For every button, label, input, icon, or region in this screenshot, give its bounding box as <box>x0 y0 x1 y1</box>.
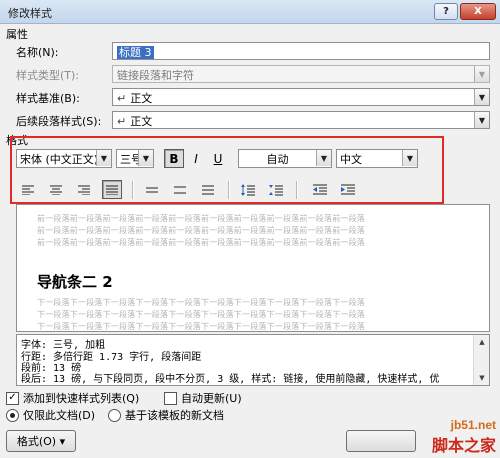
toolbar-separator <box>228 181 229 199</box>
watermark-name: 脚本之家 <box>431 436 496 455</box>
properties-section-label: 属性 <box>6 28 28 41</box>
align-left-icon[interactable] <box>18 180 38 199</box>
justify-icon[interactable] <box>102 180 122 199</box>
font-color-value: 自动 <box>266 153 289 166</box>
scroll-up-icon[interactable]: ▲ <box>475 335 489 349</box>
description-line: 段后: 13 磅, 与下段同页, 段中不分页, 3 级, 样式: 链接, 使用前… <box>21 374 440 385</box>
increase-spacing-before-icon[interactable] <box>238 180 258 199</box>
style-description: 字体: 三号, 加粗 行距: 多倍行距 1.73 字行, 段落间距 段前: 13… <box>16 334 490 386</box>
toolbar-separator <box>132 181 133 199</box>
toolbar-separator <box>296 181 297 199</box>
only-this-document-radio[interactable]: 仅限此文档(D) <box>6 407 95 423</box>
only-this-document-label: 仅限此文档(D) <box>23 409 96 422</box>
preview-sample-heading: 导航条二 2 <box>37 273 113 291</box>
description-scrollbar[interactable]: ▲ ▼ <box>473 335 489 385</box>
style-type-label: 样式类型(T): <box>16 69 80 82</box>
ok-button[interactable] <box>346 430 416 452</box>
based-on-label: 样式基准(B): <box>16 92 80 105</box>
add-to-quick-styles-label: 添加到快速样式列表(Q) <box>23 392 140 405</box>
preview-next-paragraph: 下一段落下一段落下一段落下一段落下一段落下一段落下一段落下一段落下一段落下一段落 <box>37 298 365 307</box>
align-center-icon[interactable] <box>46 180 66 199</box>
following-style-value: 正文 <box>130 115 153 128</box>
chevron-down-icon: ▼ <box>474 66 489 82</box>
font-color-select[interactable]: 自动 ▼ <box>238 149 332 168</box>
chevron-down-icon: ▼ <box>138 150 153 166</box>
auto-update-label: 自动更新(U) <box>181 392 242 405</box>
name-value: 标题 3 <box>117 46 154 59</box>
font-value: 宋体 (中文正文) <box>20 153 99 166</box>
double-spacing-icon[interactable] <box>198 180 218 199</box>
style-type-select[interactable]: 链接段落和字符 ▼ <box>112 65 490 83</box>
link-mark-icon: ↵ <box>117 92 127 105</box>
based-on-value: 正文 <box>130 92 153 105</box>
decrease-spacing-before-icon[interactable] <box>266 180 286 199</box>
font-select[interactable]: 宋体 (中文正文) ▼ <box>16 149 112 168</box>
following-style-label: 后续段落样式(S): <box>16 115 102 128</box>
radio-selected-icon <box>6 408 19 422</box>
decrease-indent-icon[interactable] <box>310 180 330 199</box>
underline-button[interactable]: U <box>208 149 228 168</box>
chevron-down-icon: ▼ <box>402 150 417 166</box>
align-right-icon[interactable] <box>74 180 94 199</box>
watermark-domain: jb51.net <box>450 418 496 432</box>
preview-next-paragraph: 下一段落下一段落下一段落下一段落下一段落下一段落下一段落下一段落下一段落下一段落 <box>37 310 365 319</box>
preview-next-paragraph: 下一段落下一段落下一段落下一段落下一段落下一段落下一段落下一段落下一段落下一段落 <box>37 322 365 331</box>
add-to-quick-styles-checkbox[interactable]: ✓ 添加到快速样式列表(Q) <box>6 390 139 406</box>
dialog-body: 属性 名称(N): 标题 3 样式类型(T): 链接段落和字符 ▼ 样式基准(B… <box>0 24 500 458</box>
font-size-select[interactable]: 三号 ▼ <box>116 149 154 168</box>
language-select[interactable]: 中文 ▼ <box>336 149 418 168</box>
new-documents-label: 基于该模板的新文档 <box>125 409 224 422</box>
checkbox-empty-icon <box>164 391 177 405</box>
following-style-select[interactable]: ↵ 正文 ▼ <box>112 111 490 129</box>
chevron-down-icon: ▼ <box>316 150 331 166</box>
name-field[interactable]: 标题 3 <box>112 42 490 60</box>
help-button[interactable]: ? <box>434 3 458 20</box>
italic-button[interactable]: I <box>186 149 206 168</box>
style-type-value: 链接段落和字符 <box>117 69 194 82</box>
preview-previous-paragraph: 前一段落前一段落前一段落前一段落前一段落前一段落前一段落前一段落前一段落前一段落 <box>37 214 365 223</box>
title-bar: 修改样式 ? X <box>0 0 500 24</box>
window-title: 修改样式 <box>8 7 52 20</box>
new-documents-radio[interactable]: 基于该模板的新文档 <box>108 407 224 423</box>
preview-previous-paragraph: 前一段落前一段落前一段落前一段落前一段落前一段落前一段落前一段落前一段落前一段落 <box>37 226 365 235</box>
based-on-select[interactable]: ↵ 正文 ▼ <box>112 88 490 106</box>
auto-update-checkbox[interactable]: 自动更新(U) <box>164 390 242 406</box>
chevron-down-icon: ▼ <box>474 89 489 105</box>
close-button[interactable]: X <box>460 3 496 20</box>
single-spacing-icon[interactable] <box>142 180 162 199</box>
link-mark-icon: ↵ <box>117 115 127 128</box>
increase-indent-icon[interactable] <box>338 180 358 199</box>
bold-button[interactable]: B <box>164 149 184 168</box>
checkmark-icon: ✓ <box>6 391 19 405</box>
format-menu-button[interactable]: 格式(O) ▾ <box>6 430 76 452</box>
preview-previous-paragraph: 前一段落前一段落前一段落前一段落前一段落前一段落前一段落前一段落前一段落前一段落 <box>37 238 365 247</box>
chevron-down-icon: ▼ <box>474 112 489 128</box>
site-watermark: jb51.net 脚本之家 <box>432 418 496 456</box>
language-value: 中文 <box>340 153 362 166</box>
radio-unselected-icon <box>108 408 121 422</box>
scroll-down-icon[interactable]: ▼ <box>475 371 489 385</box>
style-preview: 前一段落前一段落前一段落前一段落前一段落前一段落前一段落前一段落前一段落前一段落… <box>16 204 490 332</box>
one-half-spacing-icon[interactable] <box>170 180 190 199</box>
name-label: 名称(N): <box>16 46 59 59</box>
chevron-down-icon: ▼ <box>96 150 111 166</box>
